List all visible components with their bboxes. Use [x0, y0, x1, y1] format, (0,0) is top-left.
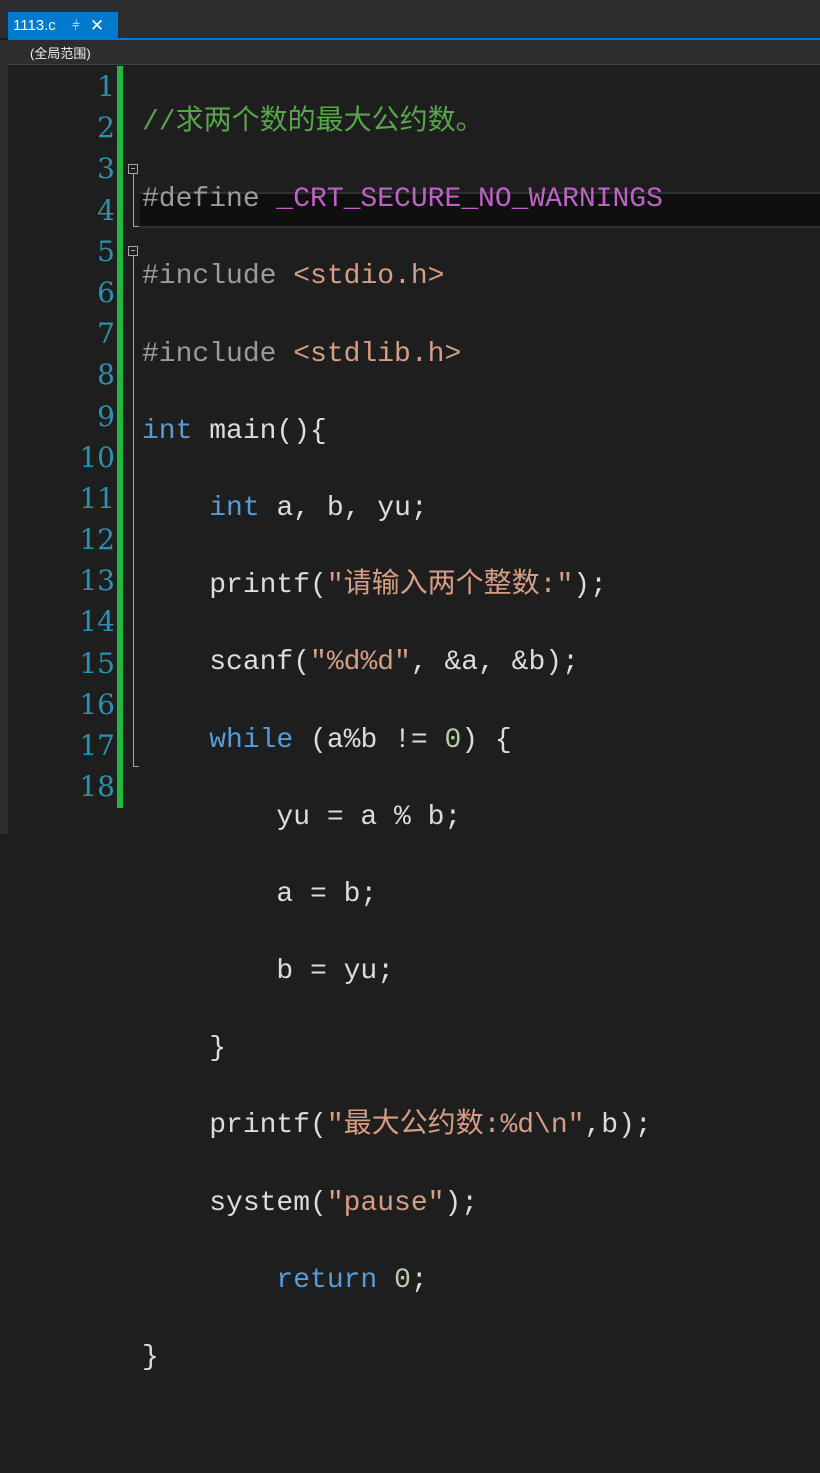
string-literal: "请输入两个整数:": [326, 570, 574, 602]
line-number: 4: [97, 193, 115, 227]
outline-guide: [133, 174, 134, 226]
keyword: int: [209, 492, 260, 524]
line-number: 12: [79, 523, 115, 557]
tab-title: 1113.c: [13, 16, 56, 34]
scope-bar: (全局范围): [8, 40, 820, 65]
line-number: 2: [97, 111, 115, 145]
left-frame: [0, 40, 8, 834]
code-line: int main(){: [142, 411, 663, 452]
line-number-gutter: 1 2 3 4 5 6 7 8 9 10 11 12 13 14 15 16 1…: [32, 66, 116, 807]
line-number: 3: [97, 152, 115, 186]
number-literal: 0: [394, 1264, 411, 1296]
line-number: 11: [79, 481, 115, 515]
line-number: 5: [97, 234, 115, 268]
code-text: b = yu;: [142, 956, 395, 988]
keyword: return: [276, 1264, 378, 1296]
line-number: 14: [79, 605, 115, 639]
code-line: while (a%b != 0) {: [142, 720, 663, 761]
line-number: 17: [79, 729, 115, 762]
code-text: );: [444, 1187, 479, 1219]
code-line: #include <stdio.h>: [142, 256, 663, 297]
code-line: #define _CRT_SECURE_NO_WARNINGS: [142, 179, 663, 220]
comment: //求两个数的最大公约数。: [142, 107, 484, 138]
code-text: scanf(: [142, 647, 311, 679]
outline-guide: [133, 256, 134, 766]
code-line: system("pause");: [142, 1183, 663, 1224]
preprocessor: #include: [142, 338, 294, 370]
code-line: printf("最大公约数:%d\n",b);: [142, 1105, 663, 1146]
keyword: while: [209, 724, 294, 756]
outline-guide-end: [133, 226, 139, 227]
outline-guide-end: [133, 766, 139, 767]
preprocessor: #define: [142, 184, 277, 216]
code-line: return 0;: [142, 1260, 663, 1301]
close-icon[interactable]: ✕: [90, 17, 104, 34]
code-line: b = yu;: [142, 951, 663, 992]
include-header: <stdio.h>: [293, 261, 445, 293]
line-number: 7: [97, 317, 115, 351]
code-text: }: [142, 1342, 159, 1373]
code-line: scanf("%d%d", &a, &b);: [142, 642, 663, 683]
code-line: }: [142, 1337, 663, 1378]
code-text: }: [142, 1033, 227, 1065]
tab-file[interactable]: 1113.c ⫩ ✕: [8, 12, 118, 38]
code-text: main(){: [192, 415, 327, 447]
string-literal: "%d%d": [310, 647, 411, 679]
pin-icon[interactable]: ⫩: [72, 18, 80, 32]
collapse-icon[interactable]: [128, 246, 138, 256]
keyword: int: [142, 415, 193, 447]
code-text: ,b);: [584, 1110, 652, 1142]
scope-dropdown[interactable]: (全局范围): [30, 43, 91, 62]
line-number: 9: [97, 399, 115, 433]
line-number: 15: [79, 646, 115, 680]
preprocessor: #include: [142, 261, 294, 293]
code-text: ) {: [461, 724, 512, 756]
code-text: printf(: [142, 570, 327, 602]
code-line: #include <stdlib.h>: [142, 334, 663, 375]
collapse-icon[interactable]: [128, 164, 138, 174]
code-text: , &a, &b);: [410, 647, 579, 679]
line-number: 6: [97, 275, 115, 309]
code-lines[interactable]: //求两个数的最大公约数。 #define _CRT_SECURE_NO_WAR…: [142, 66, 663, 1473]
code-line: yu = a % b;: [142, 797, 663, 838]
code-line: int a, b, yu;: [142, 488, 663, 529]
include-header: <stdlib.h>: [293, 338, 462, 370]
line-number: 13: [79, 564, 115, 598]
line-number: 8: [97, 358, 115, 392]
code-text: printf(: [142, 1110, 327, 1142]
code-text: system(: [142, 1187, 327, 1219]
line-number: 10: [79, 440, 115, 474]
code-line: printf("请输入两个整数:");: [142, 565, 663, 606]
string-literal: "pause": [326, 1187, 445, 1219]
line-number: 16: [79, 687, 115, 721]
code-text: yu = a % b;: [142, 801, 462, 833]
macro-name: _CRT_SECURE_NO_WARNINGS: [276, 184, 663, 216]
code-line: a = b;: [142, 874, 663, 915]
code-line: //求两个数的最大公约数。: [142, 102, 663, 143]
change-tracking-bar: [117, 66, 123, 808]
code-line: }: [142, 1028, 663, 1069]
code-text: a = b;: [142, 878, 378, 910]
tab-strip: 1113.c ⫩ ✕: [0, 0, 820, 38]
code-text: a, b, yu;: [259, 492, 428, 524]
number-literal: 0: [444, 724, 462, 756]
code-text: ;: [410, 1264, 428, 1296]
glyph-margin: [8, 65, 32, 834]
string-literal: "最大公约数:%d\n": [326, 1110, 585, 1142]
line-number: 18: [79, 770, 115, 804]
line-number: 1: [97, 70, 115, 103]
code-text: (a%b !=: [293, 724, 445, 756]
code-text: );: [573, 570, 607, 602]
